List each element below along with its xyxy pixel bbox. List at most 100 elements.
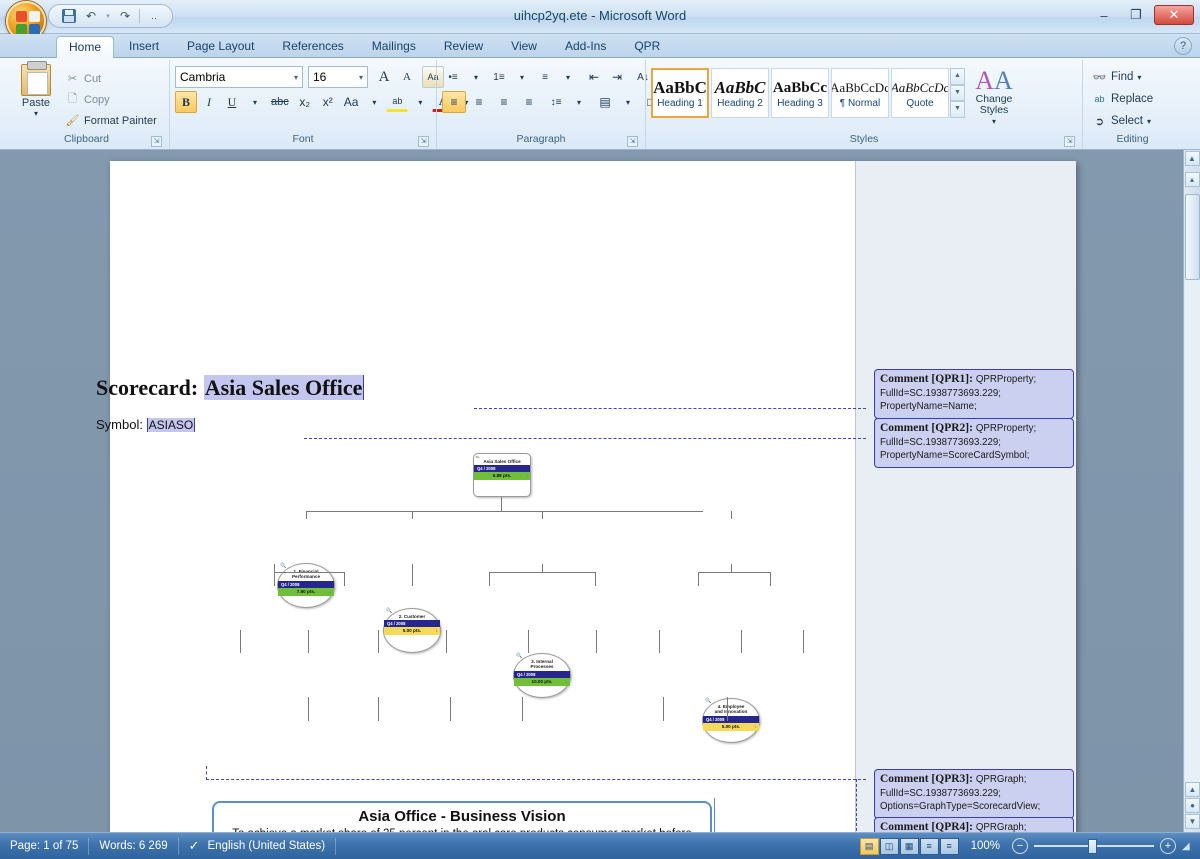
tab-home[interactable]: Home: [56, 36, 115, 58]
maximize-button[interactable]: ❐: [1122, 5, 1150, 25]
change-case-button[interactable]: Aa: [340, 91, 363, 113]
decrease-indent-button[interactable]: ⇤: [583, 66, 605, 88]
select-caret-icon[interactable]: ▾: [1147, 117, 1151, 126]
tab-qpr[interactable]: QPR: [621, 35, 673, 57]
proofing-status[interactable]: ✓ English (United States): [179, 837, 337, 855]
word-count[interactable]: Words: 6 269: [89, 837, 179, 855]
multilevel-list-button[interactable]: ≡: [534, 66, 556, 88]
style-heading-1[interactable]: AaBbC Heading 1: [651, 68, 709, 118]
underline-caret-icon[interactable]: ▾: [244, 91, 266, 113]
highlight-caret-icon[interactable]: ▾: [409, 91, 431, 113]
view-draft[interactable]: ≡: [939, 837, 959, 855]
tab-page-layout[interactable]: Page Layout: [174, 35, 267, 57]
highlight-button[interactable]: ab: [386, 92, 409, 112]
scroll-up-button[interactable]: ▲: [1184, 151, 1200, 166]
tab-review[interactable]: Review: [431, 35, 496, 57]
numbering-button[interactable]: 1≡: [488, 66, 510, 88]
tab-add-ins[interactable]: Add-Ins: [552, 35, 619, 57]
zoom-slider[interactable]: [1034, 838, 1154, 854]
font-name-caret-icon[interactable]: ▾: [294, 73, 298, 82]
scorecard-perspective-4[interactable]: 🔍 4. Employee and Innovation Q4 / 2008 5.00 …: [702, 698, 760, 743]
scroll-split-button[interactable]: ▴: [1184, 172, 1200, 187]
styles-scroll-up-icon[interactable]: ▲: [950, 68, 965, 85]
scroll-thumb[interactable]: [1185, 194, 1200, 280]
multilevel-caret-icon[interactable]: ▾: [557, 66, 579, 88]
italic-button[interactable]: I: [198, 91, 220, 113]
underline-button[interactable]: U: [221, 91, 243, 113]
bullets-button[interactable]: •≡: [442, 66, 464, 88]
comment-qpr1[interactable]: Comment [QPR1]: QPRProperty; FullId=SC.1…: [874, 369, 1074, 419]
tab-references[interactable]: References: [269, 35, 356, 57]
scorecard-perspective-2[interactable]: 🔍 2. Customer Q4 / 2008 5.00 pts. ↓: [383, 608, 441, 653]
document-area[interactable]: Scorecard: Asia Sales Office Symbol: ASI…: [0, 150, 1200, 832]
align-right-button[interactable]: ≡: [492, 91, 516, 113]
styles-scrollbar[interactable]: ▲ ▼ ▼: [950, 68, 965, 119]
comment-qpr4[interactable]: Comment [QPR4]: QPRGraph; FullId=SC.1938…: [874, 817, 1074, 832]
select-browse-object-button[interactable]: ●: [1185, 798, 1200, 813]
view-web-layout[interactable]: ▦: [899, 837, 919, 855]
styles-dialog-launcher[interactable]: ⇲: [1064, 136, 1075, 147]
scorecard-perspective-3[interactable]: 🔍 3. Internal Processes Q4 / 2008 10.00 pts.…: [513, 653, 571, 698]
language-indicator[interactable]: English (United States): [208, 840, 326, 852]
view-print-layout[interactable]: ▤: [859, 837, 879, 855]
shrink-font-button[interactable]: A: [396, 66, 418, 88]
styles-more-icon[interactable]: ▼: [950, 101, 965, 119]
clipboard-dialog-launcher[interactable]: ⇲: [151, 136, 162, 147]
bullets-caret-icon[interactable]: ▾: [465, 66, 487, 88]
scorecard-node-root[interactable]: ✎ Asia Sales Office Q4 / 2008 6.88 pts. ↓: [473, 453, 531, 497]
copy-button[interactable]: 🗋 Copy: [63, 89, 157, 110]
close-button[interactable]: ✕: [1154, 5, 1194, 25]
line-spacing-caret-icon[interactable]: ▾: [568, 91, 590, 113]
zoom-thumb[interactable]: [1088, 838, 1097, 854]
find-caret-icon[interactable]: ▾: [1137, 73, 1141, 82]
paragraph-dialog-launcher[interactable]: ⇲: [627, 136, 638, 147]
style-heading-3[interactable]: AaBbCc Heading 3: [771, 68, 829, 118]
align-center-button[interactable]: ≡: [467, 91, 491, 113]
change-case-caret-icon[interactable]: ▾: [363, 91, 385, 113]
paste-caret-icon[interactable]: ▾: [34, 109, 38, 118]
grow-font-button[interactable]: A: [373, 66, 395, 88]
select-button[interactable]: ➲ Select ▾: [1092, 110, 1151, 132]
replace-button[interactable]: ab Replace: [1092, 88, 1153, 110]
line-spacing-button[interactable]: ↕≡: [545, 91, 567, 113]
comment-qpr2[interactable]: Comment [QPR2]: QPRProperty; FullId=SC.1…: [874, 418, 1074, 468]
resize-grip-icon[interactable]: ◢: [1182, 841, 1194, 852]
minimize-button[interactable]: –: [1090, 5, 1118, 25]
view-outline[interactable]: ≡: [919, 837, 939, 855]
styles-scroll-down-icon[interactable]: ▼: [950, 84, 965, 102]
symbol-field[interactable]: ASIASO: [146, 418, 196, 432]
align-left-button[interactable]: ≡: [442, 91, 466, 113]
vertical-scrollbar[interactable]: ▲ ▴ ▲ ● ▼: [1183, 150, 1200, 832]
numbering-caret-icon[interactable]: ▾: [511, 66, 533, 88]
shading-caret-icon[interactable]: ▾: [617, 91, 639, 113]
cut-button[interactable]: ✂ Cut: [63, 68, 157, 89]
bold-button[interactable]: B: [175, 91, 197, 113]
page-title[interactable]: Scorecard: Asia Sales Office: [96, 375, 365, 401]
style-heading-2[interactable]: AaBbC Heading 2: [711, 68, 769, 118]
paste-button[interactable]: Paste ▾: [9, 61, 63, 118]
format-painter-button[interactable]: 🖌 Format Painter: [63, 110, 157, 131]
change-styles-caret-icon[interactable]: ▾: [992, 116, 996, 127]
next-page-button[interactable]: ▼: [1185, 814, 1200, 829]
page-indicator[interactable]: Page: 1 of 75: [0, 837, 90, 855]
zoom-out-button[interactable]: −: [1012, 838, 1028, 854]
scroll-track[interactable]: [1185, 194, 1200, 796]
view-full-screen-reading[interactable]: ◫: [879, 837, 899, 855]
change-styles-button[interactable]: AA Change Styles ▾: [968, 68, 1020, 127]
find-button[interactable]: 👓 Find ▾: [1092, 66, 1142, 88]
strikethrough-button[interactable]: abc: [267, 91, 293, 113]
zoom-in-button[interactable]: +: [1160, 838, 1176, 854]
style-normal[interactable]: AaBbCcDc ¶ Normal: [831, 68, 889, 118]
help-button[interactable]: ?: [1174, 37, 1192, 55]
font-dialog-launcher[interactable]: ⇲: [418, 136, 429, 147]
tab-view[interactable]: View: [498, 35, 550, 57]
tab-mailings[interactable]: Mailings: [359, 35, 429, 57]
zoom-level[interactable]: 100%: [965, 840, 1006, 852]
tab-insert[interactable]: Insert: [116, 35, 172, 57]
superscript-button[interactable]: x²: [317, 91, 339, 113]
increase-indent-button[interactable]: ⇥: [606, 66, 628, 88]
font-name-input[interactable]: Cambria ▾: [175, 66, 303, 88]
previous-page-button[interactable]: ▲: [1185, 782, 1200, 797]
scorecard-perspective-1[interactable]: 🔍1. FinancialPerformanceQ4 / 20087.50 pt…: [277, 563, 335, 608]
comment-qpr3[interactable]: Comment [QPR3]: QPRGraph; FullId=SC.1938…: [874, 769, 1074, 819]
